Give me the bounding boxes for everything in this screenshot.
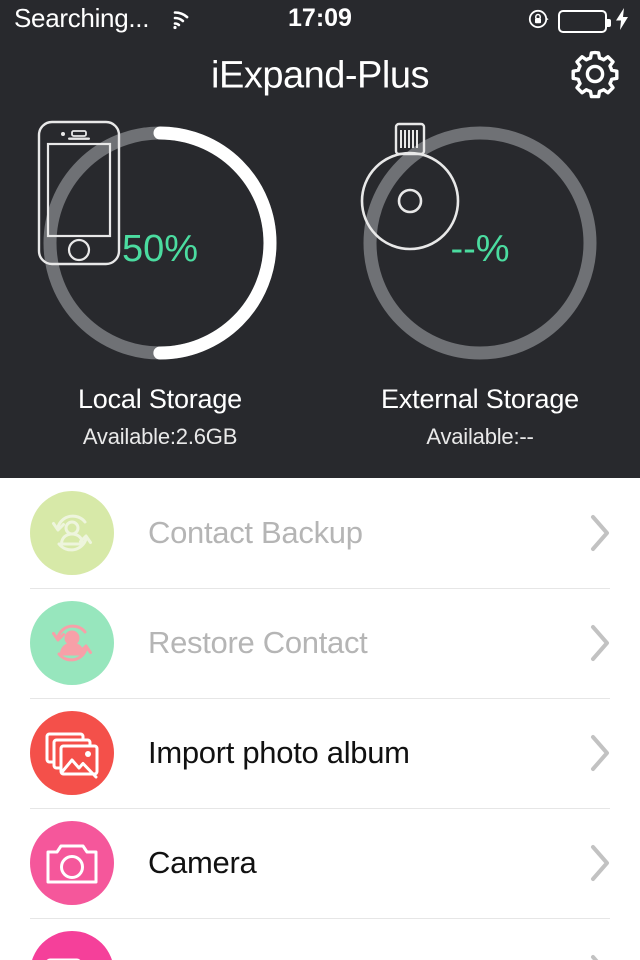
local-storage-ring: 50% xyxy=(35,118,285,368)
camera-icon xyxy=(30,821,114,905)
page-title: iExpand-Plus xyxy=(211,54,429,97)
restore-contact-icon xyxy=(30,601,114,685)
menu-item-chevron xyxy=(588,841,614,885)
menu-item-chevron xyxy=(588,731,614,775)
menu-item-chevron xyxy=(588,951,614,960)
menu-item-label: Camera xyxy=(148,845,257,880)
external-storage-ring: --% xyxy=(355,118,605,368)
battery-icon xyxy=(558,10,611,33)
menu-item-label: Contact Backup xyxy=(148,515,363,550)
menu-item-video[interactable]: Video xyxy=(0,918,640,960)
external-storage-label: External Storage xyxy=(381,384,579,414)
menu-list: Contact Backup Restore Contact Import phot… xyxy=(0,478,640,960)
gear-icon xyxy=(567,46,623,107)
menu-item-label: Video xyxy=(148,955,588,960)
menu-item-chevron xyxy=(588,621,614,665)
menu-item-restore-contact[interactable]: Restore Contact xyxy=(0,588,640,698)
menu-item-chevron xyxy=(588,511,614,555)
contact-backup-icon xyxy=(30,491,114,575)
settings-button[interactable] xyxy=(564,45,626,107)
external-storage-available: Available:-- xyxy=(426,424,534,449)
menu-item-label: Restore Contact xyxy=(148,625,368,660)
menu-item-camera[interactable]: Camera xyxy=(0,808,640,918)
local-storage-percent: 50% xyxy=(121,228,199,270)
menu-item-label: Import photo album xyxy=(148,735,410,770)
status-bar-right-group xyxy=(527,7,630,36)
video-camera-icon xyxy=(30,931,114,960)
gauge-local-storage[interactable]: 50% Local Storage Available:2.6GB xyxy=(0,112,320,478)
chevron-right-icon xyxy=(591,955,599,960)
chevron-right-icon xyxy=(591,845,609,881)
chevron-right-icon xyxy=(591,515,609,551)
status-bar: Searching... 17:09 xyxy=(0,0,640,40)
menu-item-import-photo-album[interactable]: Import photo album xyxy=(0,698,640,808)
storage-header-panel: Searching... 17:09 iExpand-Plus 50% Loca… xyxy=(0,0,640,478)
app-screen: Searching... 17:09 iExpand-Plus 50% Loca… xyxy=(0,0,640,960)
menu-item-contact-backup[interactable]: Contact Backup xyxy=(0,478,640,588)
title-bar: iExpand-Plus xyxy=(0,40,640,112)
chevron-right-icon xyxy=(591,625,609,661)
storage-gauges: 50% Local Storage Available:2.6GB --% Ex… xyxy=(0,112,640,478)
local-storage-available: Available:2.6GB xyxy=(82,424,238,449)
rotation-lock-icon xyxy=(527,7,551,36)
lightning-bolt-icon xyxy=(614,7,630,36)
photo-album-icon xyxy=(30,711,114,795)
local-storage-label: Local Storage xyxy=(77,384,242,414)
chevron-right-icon xyxy=(591,735,609,771)
gauge-external-storage[interactable]: --% External Storage Available:-- xyxy=(320,112,640,478)
